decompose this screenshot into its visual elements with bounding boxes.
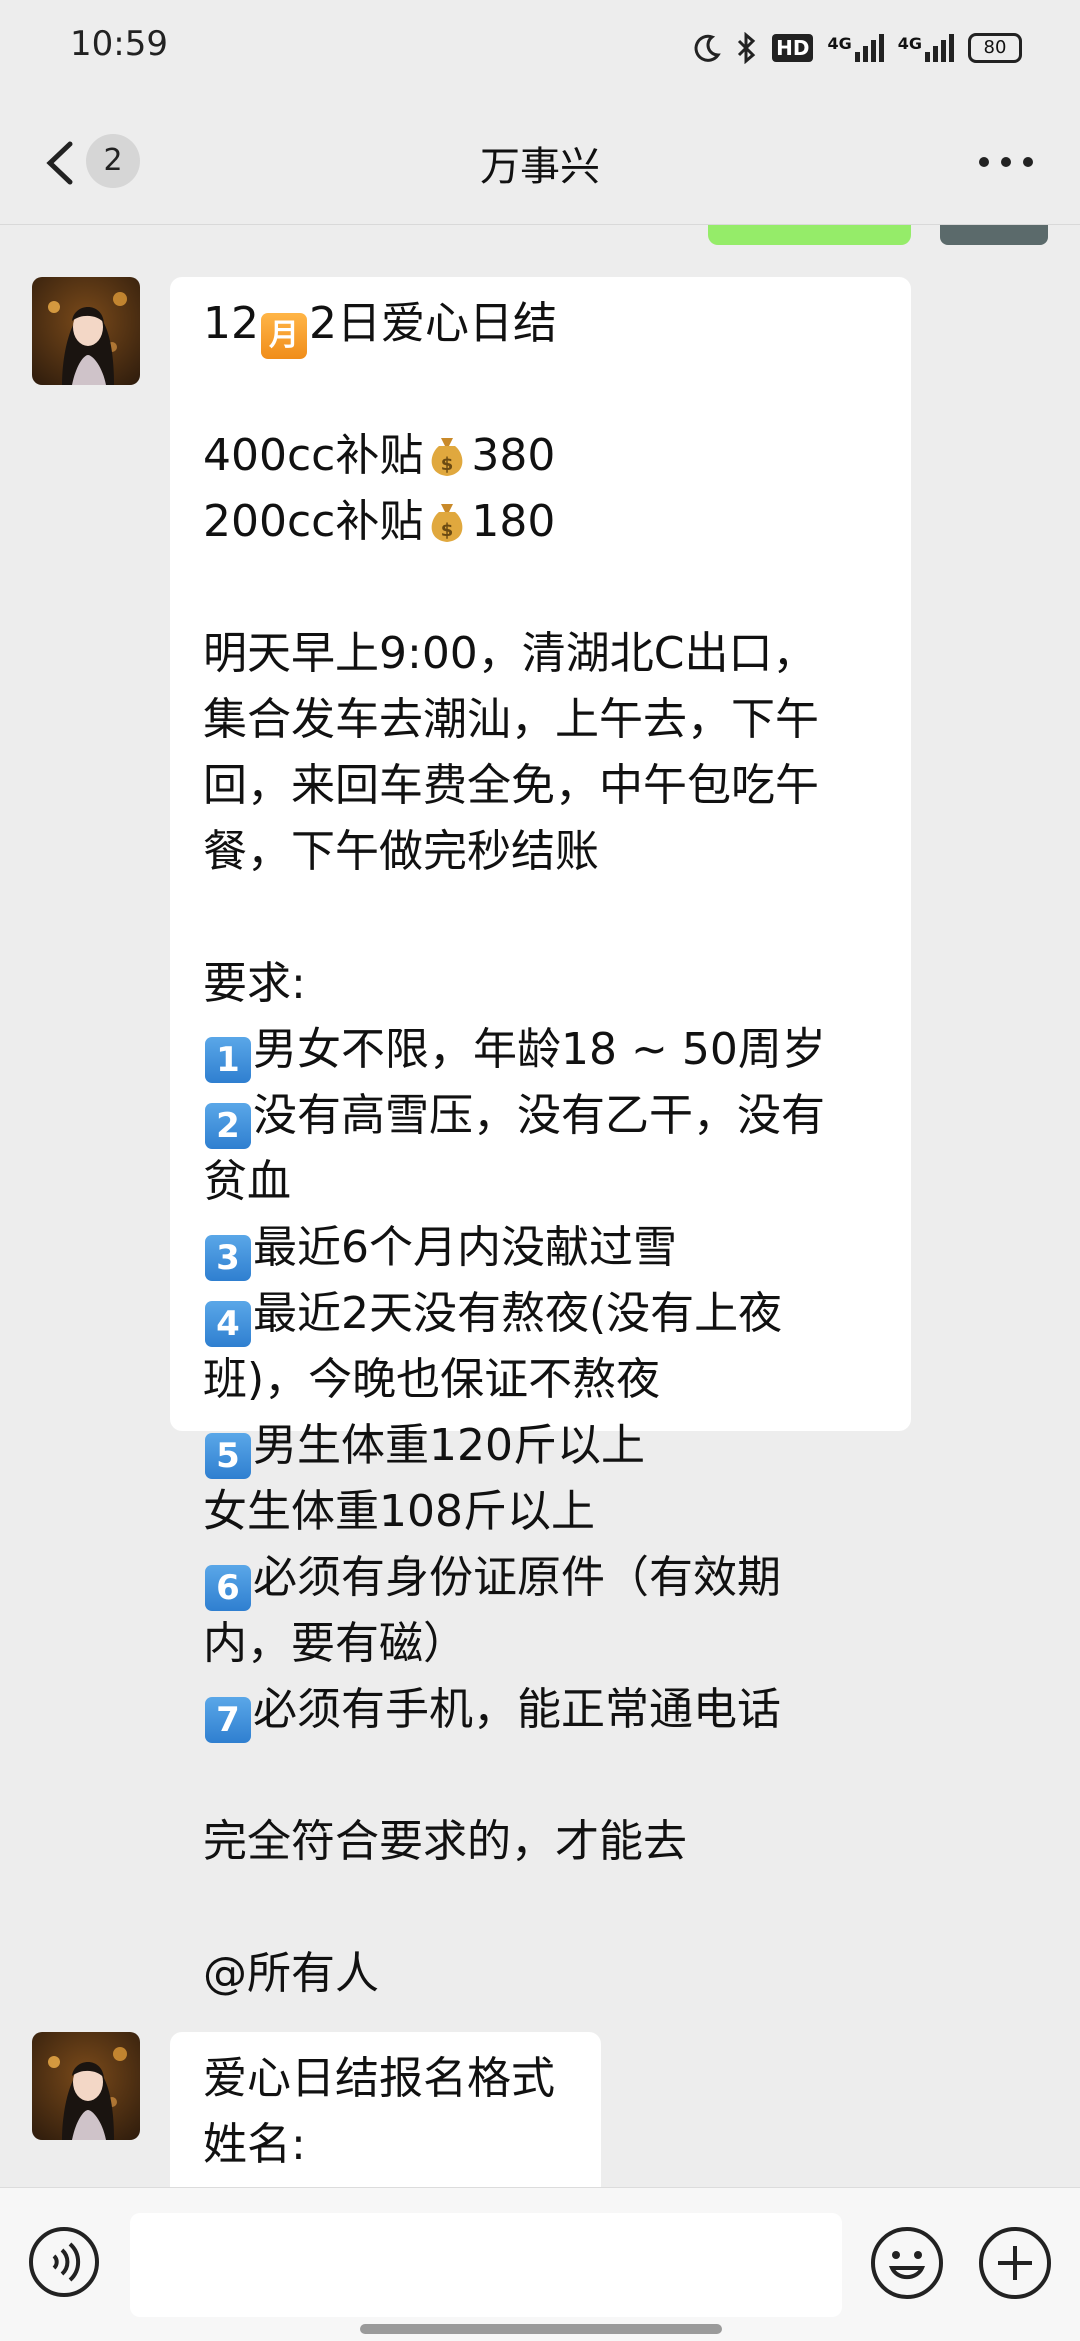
month-emoji-icon: 月 [261, 313, 307, 359]
message-bubble[interactable]: 12 月 2日爱心日结 400cc补贴 $380 200cc补贴 $180 明天早上9:00，… [170, 277, 911, 1999]
bluetooth-icon [738, 32, 756, 64]
message-list[interactable]: 12 月 2日爱心日结 400cc补贴 $380 200cc补贴 $180 明天早上9:00，… [0, 225, 1080, 2187]
message-text: 爱心日结报名格式姓名: 电话: [203, 2046, 555, 2187]
message-line: 内，要有磁） [203, 1618, 467, 1669]
message-line: 电话: [203, 2178, 555, 2187]
hd-icon: HD [772, 34, 814, 62]
money-bag-icon: $ [432, 504, 463, 542]
more-options-icon[interactable] [976, 152, 1036, 172]
message-line: 回，来回车费全免，中午包吃午 [203, 760, 819, 811]
message-line: 完全符合要求的，才能去 [203, 1816, 687, 1867]
message-line: 4 最近2天没有熬夜(没有上夜 [203, 1281, 826, 1347]
message-line: 爱心日结报名格式 [203, 2053, 555, 2104]
keycap-number-icon: 5 [205, 1433, 251, 1479]
plus-icon[interactable] [978, 2226, 1052, 2300]
voice-input-icon[interactable] [28, 2226, 100, 2298]
message-line [203, 1875, 826, 1941]
message-line: 7 必须有手机，能正常通电话 [203, 1677, 826, 1743]
message-line: 贫血 [203, 1156, 291, 1207]
message-line: 200cc补贴 $180 [203, 496, 556, 547]
sender-avatar[interactable] [32, 2032, 140, 2140]
message-line [203, 357, 826, 423]
chat-title: 万事兴 [480, 144, 600, 190]
message-line [203, 885, 826, 951]
message-line: 集合发车去潮汕，上午去，下午 [203, 694, 819, 745]
sender-avatar[interactable] [32, 277, 140, 385]
input-bar [0, 2187, 1080, 2341]
message-line: 12 月 2日爱心日结 [203, 291, 826, 359]
message-line: 2 没有高雪压，没有乙干，没有 [203, 1083, 826, 1149]
keycap-number-icon: 2 [205, 1103, 251, 1149]
message-line: 姓名: [203, 2119, 306, 2170]
signal-icon-2: 4G [898, 34, 954, 62]
message-line [203, 555, 826, 621]
money-bag-icon: $ [432, 438, 463, 476]
previous-sender-avatar[interactable] [940, 225, 1048, 245]
message-line: 班)，今晚也保证不熬夜 [203, 1354, 661, 1405]
signal-icon-1: 4G [827, 34, 884, 62]
svg-text:$: $ [441, 454, 454, 475]
keycap-number-icon: 3 [205, 1235, 251, 1281]
keycap-number-icon: 6 [205, 1565, 251, 1611]
message-input[interactable] [130, 2213, 842, 2317]
message-line: @所有人 [203, 1948, 379, 1999]
message-line: 明天早上9:00，清湖北C出口， [203, 628, 817, 679]
emoji-icon[interactable] [870, 2226, 944, 2300]
keycap-number-icon: 4 [205, 1301, 251, 1347]
message-line: 5 男生体重120斤以上 [203, 1413, 826, 1479]
keycap-number-icon: 1 [205, 1037, 251, 1083]
status-time: 10:59 [70, 24, 168, 64]
message-line: 餐，下午做完秒结账 [203, 826, 599, 877]
message-line: 女生体重108斤以上 [203, 1486, 595, 1537]
message-bubble[interactable]: 爱心日结报名格式姓名: 电话: [170, 2032, 601, 2187]
status-icons: HD 4G 4G 80 [692, 28, 1022, 68]
message-line [203, 1743, 826, 1809]
message-line: 400cc补贴 $380 [203, 430, 556, 481]
previous-sent-bubble[interactable] [708, 225, 911, 245]
keycap-number-icon: 7 [205, 1697, 251, 1743]
home-indicator[interactable] [360, 2324, 722, 2334]
message-line: 6 必须有身份证原件（有效期 [203, 1545, 826, 1611]
battery-icon: 80 [968, 33, 1022, 63]
message-line: 要求: [203, 958, 306, 1009]
moon-icon [694, 34, 721, 62]
message-line: 3 最近6个月内没献过雪 [203, 1215, 826, 1281]
status-bar: 10:59 HD 4G 4G 80 [0, 0, 1080, 100]
message-line: 1 男女不限，年龄18 ~ 50周岁 [203, 1017, 826, 1083]
svg-text:$: $ [441, 520, 454, 541]
message-text: 12 月 2日爱心日结 400cc补贴 $380 200cc补贴 $180 明天早上9:00，… [203, 291, 826, 2007]
chat-header: 2 万事兴 [0, 100, 1080, 225]
